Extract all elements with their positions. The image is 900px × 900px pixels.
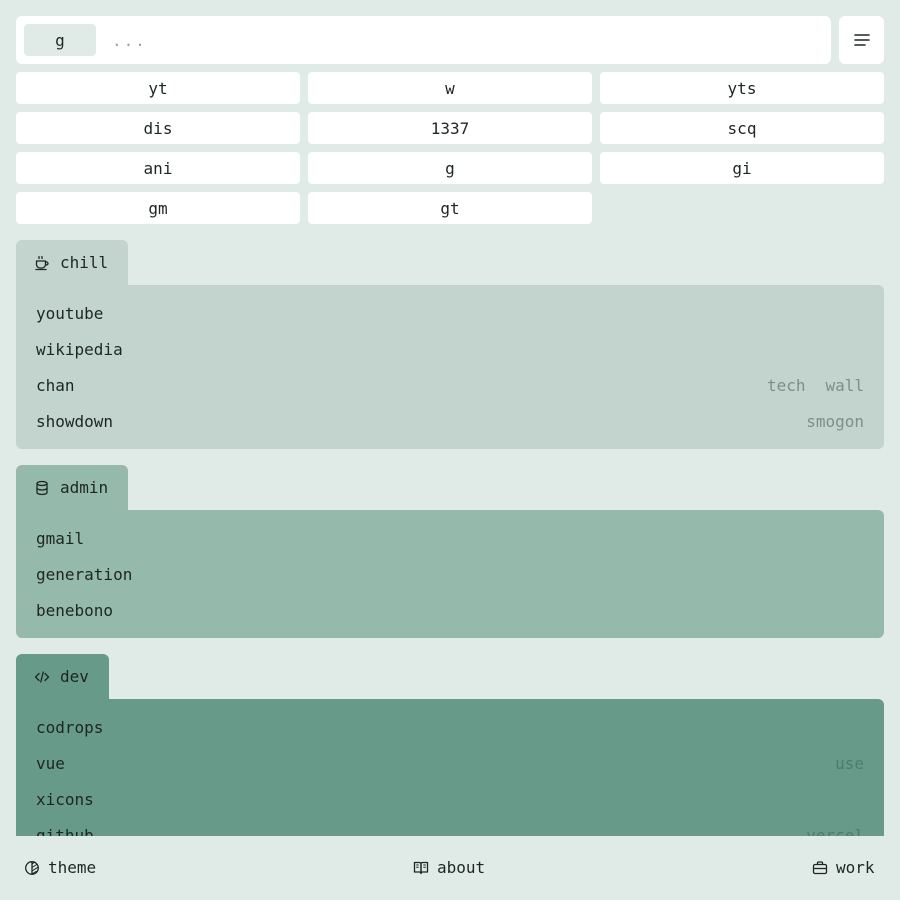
shortcut-button[interactable]: yts	[600, 72, 884, 104]
book-open-icon	[413, 861, 429, 874]
link-xicons[interactable]: xicons	[36, 790, 94, 809]
link-row: codrops	[36, 709, 864, 745]
shortcut-button[interactable]: w	[308, 72, 592, 104]
theme-label: theme	[48, 858, 97, 877]
link-showdown[interactable]: showdown	[36, 412, 113, 431]
briefcase-icon	[812, 860, 828, 874]
tab-label: admin	[60, 478, 109, 497]
search-engine-selector[interactable]: g	[24, 24, 96, 56]
about-label: about	[437, 858, 486, 877]
search-input[interactable]	[112, 24, 812, 56]
shortcut-button[interactable]: g	[308, 152, 592, 184]
shortcut-button[interactable]: scq	[600, 112, 884, 144]
shortcut-button[interactable]: dis	[16, 112, 300, 144]
shortcut-button[interactable]: gt	[308, 192, 592, 224]
sections-scroll-area[interactable]: chill youtube wikipedia chan tech wall s…	[16, 240, 884, 836]
shortcut-button[interactable]: gm	[16, 192, 300, 224]
shortcut-button[interactable]: ani	[16, 152, 300, 184]
link-row: youtube	[36, 295, 864, 331]
section-admin: admin gmail generation benebono	[16, 465, 884, 638]
sublink-vercel[interactable]: vercel	[806, 826, 864, 837]
link-row: generation	[36, 556, 864, 592]
coffee-icon	[35, 255, 49, 270]
link-row: xicons	[36, 781, 864, 817]
link-row: benebono	[36, 592, 864, 628]
sublink-wall[interactable]: wall	[825, 376, 864, 395]
footer-bar: theme about work	[0, 836, 900, 900]
link-row: vue use	[36, 745, 864, 781]
tab-label: chill	[60, 253, 109, 272]
link-benebono[interactable]: benebono	[36, 601, 113, 620]
tab-chill[interactable]: chill	[16, 240, 129, 285]
link-row: wikipedia	[36, 331, 864, 367]
work-button[interactable]: work	[812, 858, 875, 877]
link-codrops[interactable]: codrops	[36, 718, 103, 737]
link-wikipedia[interactable]: wikipedia	[36, 340, 123, 359]
link-row: chan tech wall	[36, 367, 864, 403]
link-generation[interactable]: generation	[36, 565, 132, 584]
contrast-icon	[25, 860, 39, 875]
sublink-tech[interactable]: tech	[767, 376, 806, 395]
links-panel: gmail generation benebono	[16, 510, 884, 638]
shortcut-button[interactable]: 1337	[308, 112, 592, 144]
shortcut-button[interactable]: gi	[600, 152, 884, 184]
link-github[interactable]: github	[36, 826, 94, 837]
database-icon	[36, 480, 48, 495]
section-dev: dev codrops vue use xicons github vercel	[16, 654, 884, 836]
about-button[interactable]: about	[413, 858, 485, 877]
link-row: github vercel	[36, 817, 864, 837]
menu-button[interactable]	[839, 16, 884, 64]
link-vue[interactable]: vue	[36, 754, 65, 773]
link-gmail[interactable]: gmail	[36, 529, 84, 548]
sublink-smogon[interactable]: smogon	[806, 412, 864, 431]
code-icon	[34, 670, 50, 683]
tab-dev[interactable]: dev	[16, 654, 109, 699]
link-youtube[interactable]: youtube	[36, 304, 103, 323]
menu-icon	[853, 34, 870, 46]
shortcut-grid: yt w yts dis 1337 scq ani g gi gm gt	[16, 72, 884, 224]
tab-admin[interactable]: admin	[16, 465, 129, 510]
shortcut-button[interactable]: yt	[16, 72, 300, 104]
link-chan[interactable]: chan	[36, 376, 75, 395]
theme-button[interactable]: theme	[24, 858, 96, 877]
tab-label: dev	[60, 667, 89, 686]
link-row: gmail	[36, 520, 864, 556]
links-panel: youtube wikipedia chan tech wall showdow…	[16, 285, 884, 449]
search-bar: g	[16, 16, 831, 64]
sublink-use[interactable]: use	[835, 754, 864, 773]
links-panel: codrops vue use xicons github vercel	[16, 699, 884, 836]
link-row: showdown smogon	[36, 403, 864, 439]
work-label: work	[836, 858, 875, 877]
section-chill: chill youtube wikipedia chan tech wall s…	[16, 240, 884, 449]
